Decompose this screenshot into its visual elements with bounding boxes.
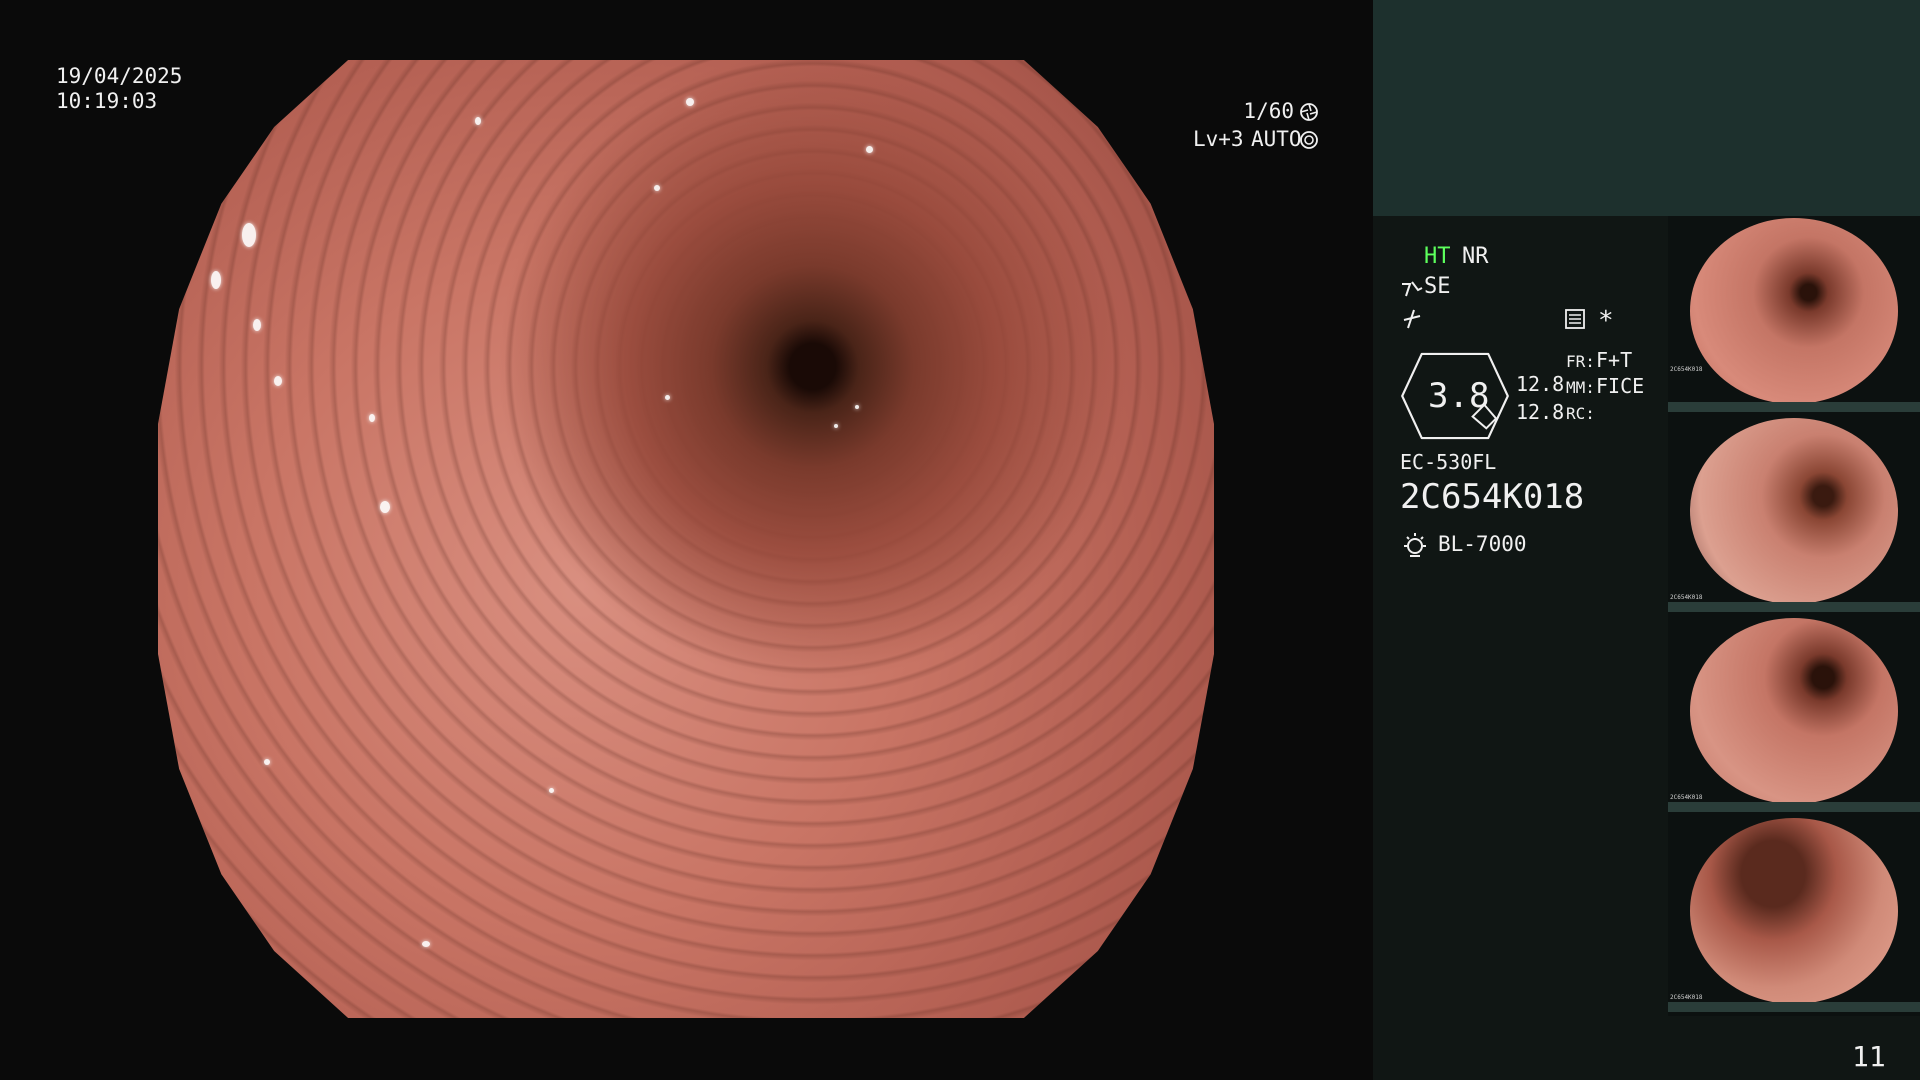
time-label: 10:19:03 (56, 89, 158, 113)
dial-value: 3.8 (1428, 376, 1490, 416)
light-source-label: BL-7000 (1438, 532, 1527, 556)
thumbnail-3[interactable]: 2C654K018 (1668, 616, 1920, 812)
level-label: Lv+3 (1193, 127, 1244, 151)
auto-label: AUTO (1251, 127, 1302, 151)
thumbnail-serial: 2C654K018 (1670, 994, 1703, 1001)
fr-value: F+T (1596, 348, 1633, 372)
endoscope-live-image (158, 60, 1214, 1018)
thumbnail-serial: 2C654K018 (1670, 594, 1703, 601)
shutter-speed-label: 1/60 (1243, 99, 1294, 123)
rc-label: RC: (1566, 404, 1595, 423)
thumbnail-serial: 2C654K018 (1670, 794, 1703, 801)
enhance-icon (1402, 281, 1423, 297)
thumbnail-1[interactable]: 2C654K018 (1668, 216, 1920, 412)
star-indicator: * (1598, 306, 1614, 336)
nr-indicator: NR (1462, 244, 1489, 269)
mm-label: MM: (1566, 378, 1595, 397)
settings-icon (1565, 309, 1585, 329)
ht-indicator: HT (1424, 244, 1451, 269)
thumbnail-strip: 2C654K018 2C654K018 2C654K018 2C654K018 (1668, 216, 1920, 1016)
mm-value: FICE (1596, 374, 1645, 398)
thumbnail-2[interactable]: 2C654K018 (1668, 416, 1920, 612)
date-label: 19/04/2025 (56, 64, 183, 88)
structure-icon (1403, 309, 1421, 329)
lamp-icon (1404, 533, 1426, 557)
iris-icon (1300, 131, 1318, 149)
thumbnail-serial: 2C654K018 (1670, 366, 1703, 373)
image-count: 11 (1852, 1040, 1886, 1073)
thumbnail-4[interactable]: 2C654K018 (1668, 816, 1920, 1012)
scope-model: EC-530FL (1400, 450, 1497, 474)
aperture-icon (1300, 103, 1318, 121)
side-panel-header (1373, 0, 1920, 216)
fr-label: FR: (1566, 352, 1595, 371)
se-indicator: SE (1424, 274, 1451, 299)
value-1: 12.8 (1516, 372, 1565, 396)
scope-serial: 2C654K018 (1400, 477, 1585, 517)
value-2: 12.8 (1516, 400, 1565, 424)
